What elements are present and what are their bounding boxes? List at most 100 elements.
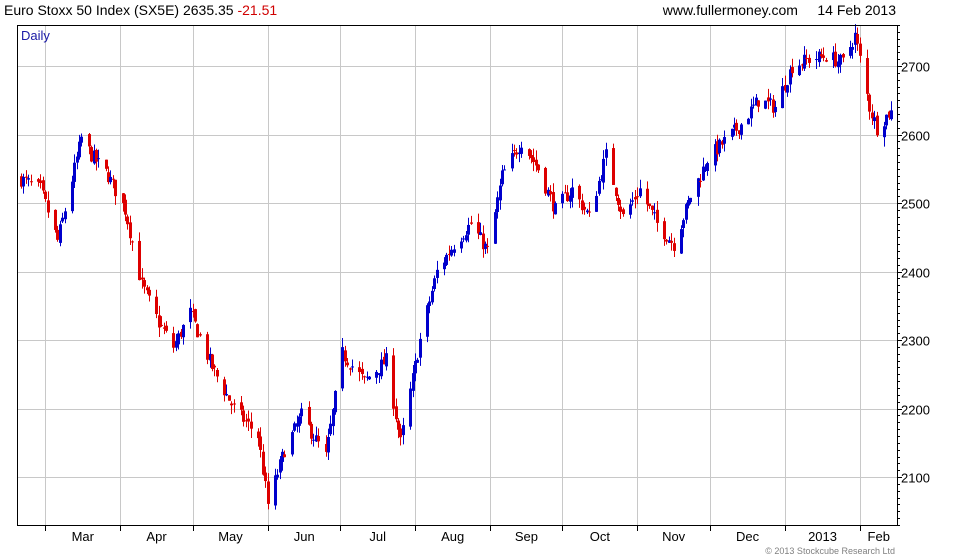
x-tick-label: 2013	[808, 529, 837, 544]
x-tick-label: Apr	[146, 529, 167, 544]
candle-down	[308, 406, 311, 425]
candle-down	[617, 197, 620, 205]
candle-up	[494, 212, 497, 244]
candle-down	[141, 277, 144, 280]
candle-down	[124, 199, 127, 215]
candle-down	[196, 324, 199, 338]
candle-up	[798, 65, 801, 76]
candle-up	[293, 423, 296, 431]
candle-down	[588, 211, 591, 213]
candle-down	[866, 58, 869, 94]
candle-down	[349, 368, 352, 370]
candle-up	[109, 176, 112, 183]
y-tick-label: 2600	[901, 129, 930, 144]
y-tick-label: 2700	[901, 60, 930, 75]
candle-up	[520, 147, 523, 154]
candle-down	[477, 222, 480, 234]
candle-up	[61, 217, 64, 222]
candle-up	[718, 139, 721, 154]
price-chart: 2100 2200 2300 2400 2500 2600 2700 Mar Apr May Jun…	[17, 24, 930, 556]
candle-down	[876, 115, 879, 136]
candle-down	[310, 423, 313, 439]
grid-layer	[17, 25, 897, 525]
candle-down	[233, 403, 236, 405]
candle-up	[465, 235, 468, 241]
candle-up	[78, 141, 81, 158]
candle-up	[402, 425, 405, 436]
candle-up	[873, 117, 876, 122]
plot-frame	[17, 25, 898, 526]
candle-down	[868, 94, 871, 112]
candle-down	[42, 180, 45, 191]
candle-up	[781, 86, 784, 109]
x-tick-label: Sep	[515, 529, 538, 544]
candle-down	[264, 472, 267, 482]
candle-down	[636, 196, 639, 198]
candle-down	[656, 209, 659, 223]
candle-down	[735, 122, 738, 131]
candle-down	[532, 157, 535, 163]
candle-down	[822, 55, 825, 58]
candle-up	[680, 229, 683, 254]
candle-up	[368, 376, 371, 380]
candle-down	[283, 454, 286, 458]
candle-up	[885, 114, 888, 126]
candle-down	[54, 209, 57, 230]
x-tick-label: Jul	[369, 529, 386, 544]
candle-up	[327, 436, 330, 453]
candle-up	[769, 98, 772, 100]
candle-down	[470, 222, 473, 224]
candle-up	[723, 137, 726, 144]
candle-up	[689, 197, 692, 203]
candle-down	[126, 216, 129, 225]
candle-down	[515, 152, 518, 155]
candle-up	[851, 47, 854, 50]
candle-down	[549, 191, 552, 195]
candle-down	[172, 333, 175, 348]
candle-up	[501, 170, 504, 185]
period-label: Daily	[21, 28, 50, 43]
candle-up	[341, 347, 344, 389]
candle-up	[467, 224, 470, 235]
candle-down	[259, 436, 262, 450]
candle-up	[890, 110, 893, 120]
candle-up	[815, 59, 818, 61]
candles-layer	[20, 24, 893, 510]
candle-up	[431, 290, 434, 303]
candle-down	[665, 239, 668, 242]
candle-up	[312, 439, 315, 441]
candle-down	[88, 134, 91, 147]
y-tick-label: 2300	[901, 334, 930, 349]
y-tick-label: 2500	[901, 197, 930, 212]
candle-down	[791, 67, 794, 74]
x-tick-label: Oct	[590, 529, 611, 544]
candle-up	[298, 416, 301, 426]
y-tick-label: 2400	[901, 266, 930, 281]
candle-up	[73, 162, 76, 182]
candle-up	[416, 359, 419, 363]
candle-down	[544, 167, 547, 194]
x-tick-label: Mar	[72, 529, 95, 544]
candle-up	[177, 333, 180, 345]
candle-down	[513, 150, 516, 152]
candle-down	[143, 280, 146, 287]
candle-down	[634, 197, 637, 200]
candle-up	[818, 51, 821, 63]
candle-up	[274, 475, 277, 506]
candle-down	[240, 402, 243, 410]
candle-down	[651, 205, 654, 210]
candle-up	[629, 204, 632, 215]
candle-down	[392, 355, 395, 409]
y-tick-label: 2100	[901, 471, 930, 486]
candle-down	[363, 376, 366, 378]
candle-down	[566, 192, 569, 202]
candle-down	[397, 420, 400, 430]
candle-up	[385, 353, 388, 367]
candle-up	[605, 149, 608, 158]
candle-up	[752, 104, 755, 106]
candle-down	[47, 200, 50, 213]
candle-down	[213, 365, 216, 368]
candle-down	[619, 206, 622, 212]
candle-up	[786, 85, 789, 93]
candle-up	[375, 371, 378, 378]
